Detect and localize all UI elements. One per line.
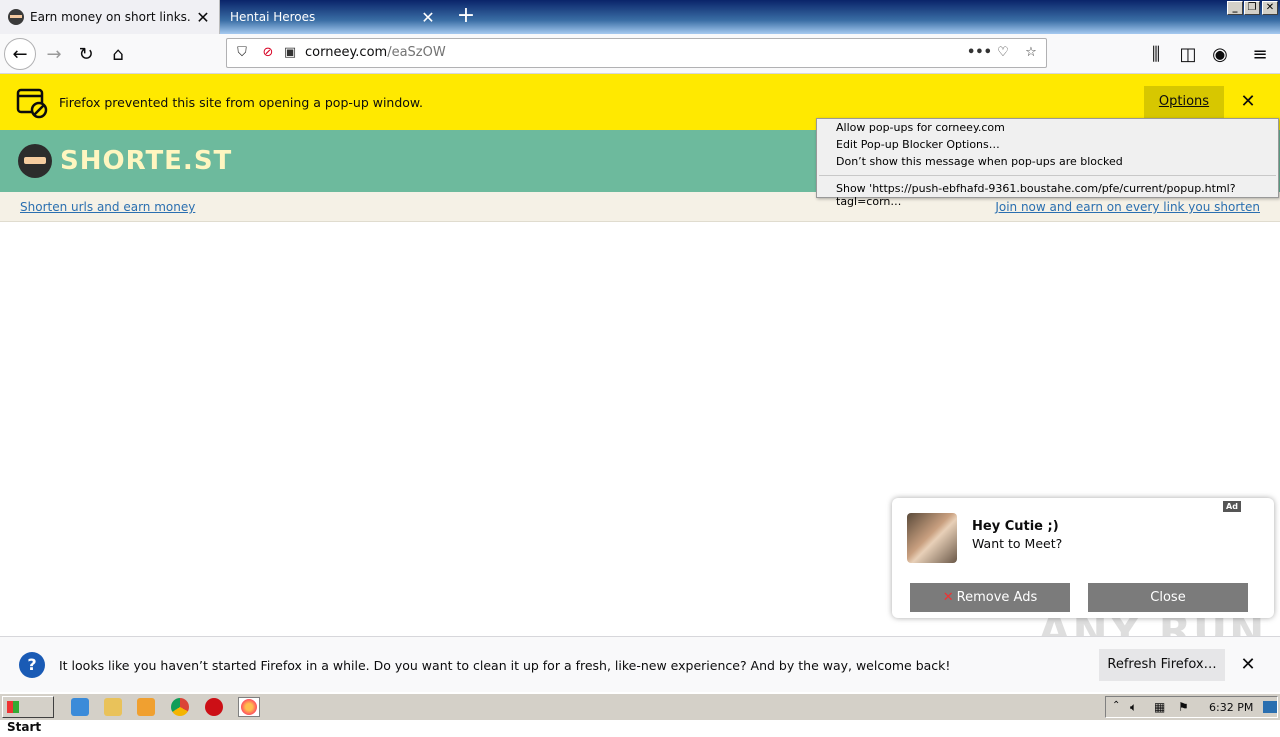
firefox-taskbar-button[interactable] [238,697,260,717]
popup-blocked-icon [16,88,48,119]
chrome-icon[interactable] [171,698,189,716]
account-icon: ◉ [1212,43,1228,65]
tab-title: Earn money on short links. Make sh [30,10,195,24]
navigation-toolbar: ← → ↻ ⌂ ⛉ ⊘ ▣ corneey.com/eaSzOW ••• ♡ ☆… [0,34,1280,74]
popup-options-button[interactable]: Options [1144,86,1224,118]
tab-close-icon[interactable]: ✕ [420,8,436,27]
refresh-bar-close-icon[interactable]: ✕ [1236,653,1260,677]
folder-icon[interactable] [104,698,122,716]
url-bar[interactable]: ⛉ ⊘ ▣ corneey.com/eaSzOW ••• ♡ ☆ [226,38,1047,68]
home-icon: ⌂ [112,43,124,65]
show-desktop-icon[interactable] [1263,701,1277,713]
minimize-button[interactable]: _ [1227,1,1243,15]
menu-item-show-popup[interactable]: Show 'https://push-ebfhafd-9361.boustahe… [836,182,1278,208]
window-close-button[interactable]: ✕ [1262,1,1278,15]
action-center-flag-icon[interactable]: ⚑ [1178,700,1189,714]
ad-close-button[interactable]: Close [1088,583,1248,612]
refresh-firefox-button[interactable]: Refresh Firefox… [1099,649,1225,681]
ad-title[interactable]: Hey Cutie ;) [972,519,1059,534]
tab-strip: Earn money on short links. Make sh ✕ Hen… [0,0,1280,34]
tab-hentai-heroes[interactable]: Hentai Heroes ✕ [222,0,444,34]
url-text[interactable]: corneey.com/eaSzOW [305,45,446,60]
url-host: corneey.com [305,45,388,60]
refresh-message: It looks like you haven’t started Firefo… [59,658,951,673]
reload-button[interactable]: ↻ [70,38,102,70]
mic-blocked-icon[interactable]: ⊘ [260,45,276,61]
page-info-icon[interactable]: ▣ [282,45,298,61]
taskbar: Start ⌃ 🔈︎ ▦ ⚑ 6:32 PM [0,693,1280,734]
arrow-right-icon: → [46,43,62,65]
url-path: /eaSzOW [387,45,446,60]
remove-ads-button[interactable]: ✕ Remove Ads [910,583,1070,612]
sidebar-icon: ◫ [1179,43,1197,65]
forward-button[interactable]: → [38,38,70,70]
windows-flag-icon [7,701,19,713]
volume-icon[interactable]: 🔈︎ [1130,700,1137,715]
ad-image[interactable] [907,513,957,563]
new-tab-button[interactable]: + [452,4,480,30]
refresh-firefox-bar: ? It looks like you haven’t started Fire… [0,636,1280,692]
ad-notification[interactable]: Ad Hey Cutie ;) Want to Meet? ✕ Remove Ad… [892,498,1274,618]
shorten-urls-link[interactable]: Shorten urls and earn money [20,200,195,214]
ie-icon[interactable] [71,698,89,716]
popup-bar-close-icon[interactable]: ✕ [1236,90,1260,114]
back-button[interactable]: ← [4,38,36,70]
menu-item-allow-popups[interactable]: Allow pop-ups for corneey.com [836,121,1005,134]
menu-item-dont-show[interactable]: Don’t show this message when pop-ups are… [836,155,1123,168]
system-tray: ⌃ 🔈︎ ▦ ⚑ 6:32 PM [1105,696,1278,718]
start-button[interactable]: Start [2,696,54,734]
start-label: Start [7,720,42,734]
site-name[interactable]: SHORTE.ST [60,146,232,176]
hamburger-menu-icon: ≡ [1252,43,1268,65]
library-button[interactable]: ⫼ [1140,38,1172,70]
restore-button[interactable]: ❐ [1244,1,1260,15]
media-player-icon[interactable] [137,698,155,716]
tab-title: Hentai Heroes [230,10,316,24]
firefox-icon [241,699,257,715]
popup-blocked-message: Firefox prevented this site from opening… [59,95,423,110]
menu-separator [819,175,1276,176]
tray-expand-icon[interactable]: ⌃ [1112,700,1120,711]
menu-button[interactable]: ≡ [1244,38,1276,70]
opera-icon[interactable] [205,698,223,716]
pocket-icon[interactable]: ♡ [995,45,1011,61]
library-icon: ⫼ [1151,43,1161,65]
ad-badge: Ad [1223,501,1241,512]
menu-item-edit-options[interactable]: Edit Pop-up Blocker Options… [836,138,1000,151]
page-actions-icon[interactable]: ••• [967,45,992,61]
question-icon: ? [19,652,45,678]
tab-active[interactable]: Earn money on short links. Make sh ✕ [0,0,220,34]
network-icon[interactable]: ▦ [1154,700,1165,714]
bookmark-star-icon[interactable]: ☆ [1023,45,1039,61]
shortest-favicon-icon [8,9,24,25]
close-x-icon: ✕ [942,590,954,605]
clock[interactable]: 6:32 PM [1209,701,1253,714]
account-button[interactable]: ◉ [1204,38,1236,70]
tracking-shield-icon[interactable]: ⛉ [234,45,250,61]
remove-ads-label: Remove Ads [956,590,1038,605]
home-button[interactable]: ⌂ [102,38,134,70]
sidebar-button[interactable]: ◫ [1172,38,1204,70]
popup-options-menu: Allow pop-ups for corneey.com Edit Pop-u… [816,118,1279,208]
ninja-logo-icon[interactable] [18,144,52,178]
ad-text[interactable]: Want to Meet? [972,536,1062,551]
tab-close-icon[interactable]: ✕ [195,8,211,27]
arrow-left-icon: ← [12,43,28,65]
reload-icon: ↻ [78,43,94,65]
